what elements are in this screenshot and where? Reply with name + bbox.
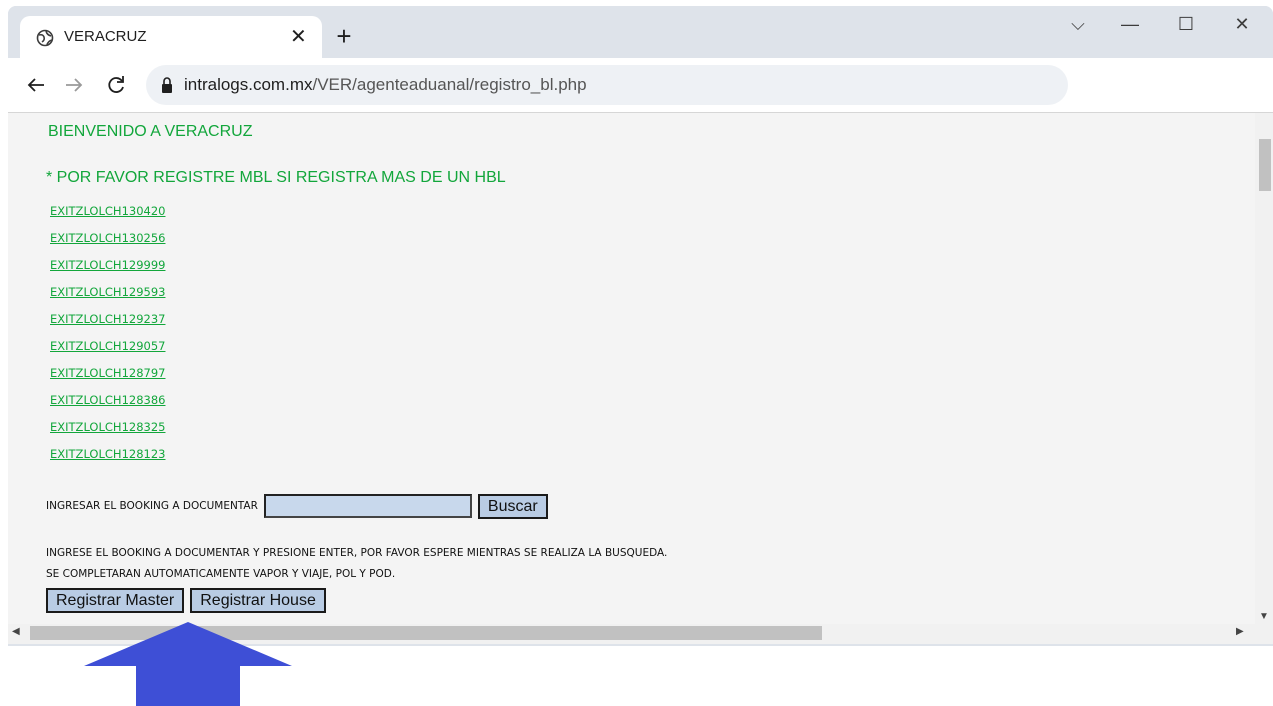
info-line-1: INGRESE EL BOOKING A DOCUMENTAR Y PRESIO…: [46, 547, 668, 559]
back-icon[interactable]: [22, 71, 50, 99]
register-house-button[interactable]: Registrar House: [190, 588, 326, 613]
up-arrow-icon: [84, 622, 292, 706]
booking-link[interactable]: EXITZLOLCH129237: [50, 311, 165, 338]
chevron-down-icon[interactable]: ⌵: [1066, 14, 1090, 35]
booking-link[interactable]: EXITZLOLCH129999: [50, 257, 165, 284]
welcome-heading: BIENVENIDO A VERACRUZ: [48, 123, 253, 140]
register-master-button[interactable]: Registrar Master: [46, 588, 185, 613]
scroll-left-icon[interactable]: ◀: [12, 626, 20, 637]
booking-link-list: EXITZLOLCH130420 EXITZLOLCH130256 EXITZL…: [50, 203, 165, 473]
booking-search-row: INGRESAR EL BOOKING A DOCUMENTAR Buscar: [46, 493, 548, 519]
register-buttons: Registrar Master Registrar House: [46, 588, 326, 613]
scroll-right-icon[interactable]: ▶: [1236, 626, 1244, 637]
browser-window: VERACRUZ ✕ + ⌵ — ☐ ✕ intralogs.com.mx/VE…: [8, 6, 1273, 646]
close-icon[interactable]: ✕: [290, 25, 307, 49]
forward-icon[interactable]: [60, 71, 88, 99]
booking-link[interactable]: EXITZLOLCH129593: [50, 284, 165, 311]
scroll-down-icon[interactable]: ▼: [1259, 611, 1269, 622]
booking-link[interactable]: EXITZLOLCH128797: [50, 365, 165, 392]
search-button[interactable]: Buscar: [477, 493, 548, 519]
info-line-2: SE COMPLETARAN AUTOMATICAMENTE VAPOR Y V…: [46, 568, 396, 580]
booking-link[interactable]: EXITZLOLCH128386: [50, 392, 165, 419]
plus-icon[interactable]: +: [328, 21, 360, 53]
booking-link[interactable]: EXITZLOLCH128123: [50, 446, 165, 473]
booking-link[interactable]: EXITZLOLCH130256: [50, 230, 165, 257]
globe-icon: [36, 29, 54, 47]
url-path: /VER/agenteaduanal/registro_bl.php: [312, 75, 587, 94]
tab-bar: VERACRUZ ✕ + ⌵ — ☐ ✕: [8, 6, 1273, 60]
reload-icon[interactable]: [102, 71, 130, 99]
notice-text: * POR FAVOR REGISTRE MBL SI REGISTRA MAS…: [46, 169, 506, 186]
vertical-scroll-thumb[interactable]: [1259, 139, 1271, 191]
tab-title: VERACRUZ: [64, 28, 147, 45]
booking-link[interactable]: EXITZLOLCH130420: [50, 203, 165, 230]
booking-label: INGRESAR EL BOOKING A DOCUMENTAR: [46, 500, 258, 512]
maximize-icon[interactable]: ☐: [1174, 14, 1198, 35]
browser-toolbar: intralogs.com.mx/VER/agenteaduanal/regis…: [8, 58, 1273, 113]
minimize-icon[interactable]: —: [1118, 14, 1142, 35]
booking-link[interactable]: EXITZLOLCH129057: [50, 338, 165, 365]
url-text[interactable]: intralogs.com.mx/VER/agenteaduanal/regis…: [184, 75, 587, 95]
url-host: intralogs.com.mx: [184, 75, 313, 94]
vertical-scrollbar[interactable]: ▼: [1255, 113, 1273, 624]
address-bar[interactable]: intralogs.com.mx/VER/agenteaduanal/regis…: [146, 65, 1068, 105]
page-content: BIENVENIDO A VERACRUZ * POR FAVOR REGIST…: [8, 113, 1255, 624]
lock-icon[interactable]: [160, 76, 174, 94]
browser-tab[interactable]: VERACRUZ ✕: [20, 16, 322, 60]
booking-link[interactable]: EXITZLOLCH128325: [50, 419, 165, 446]
booking-input[interactable]: [263, 494, 472, 518]
window-close-icon[interactable]: ✕: [1230, 14, 1254, 35]
